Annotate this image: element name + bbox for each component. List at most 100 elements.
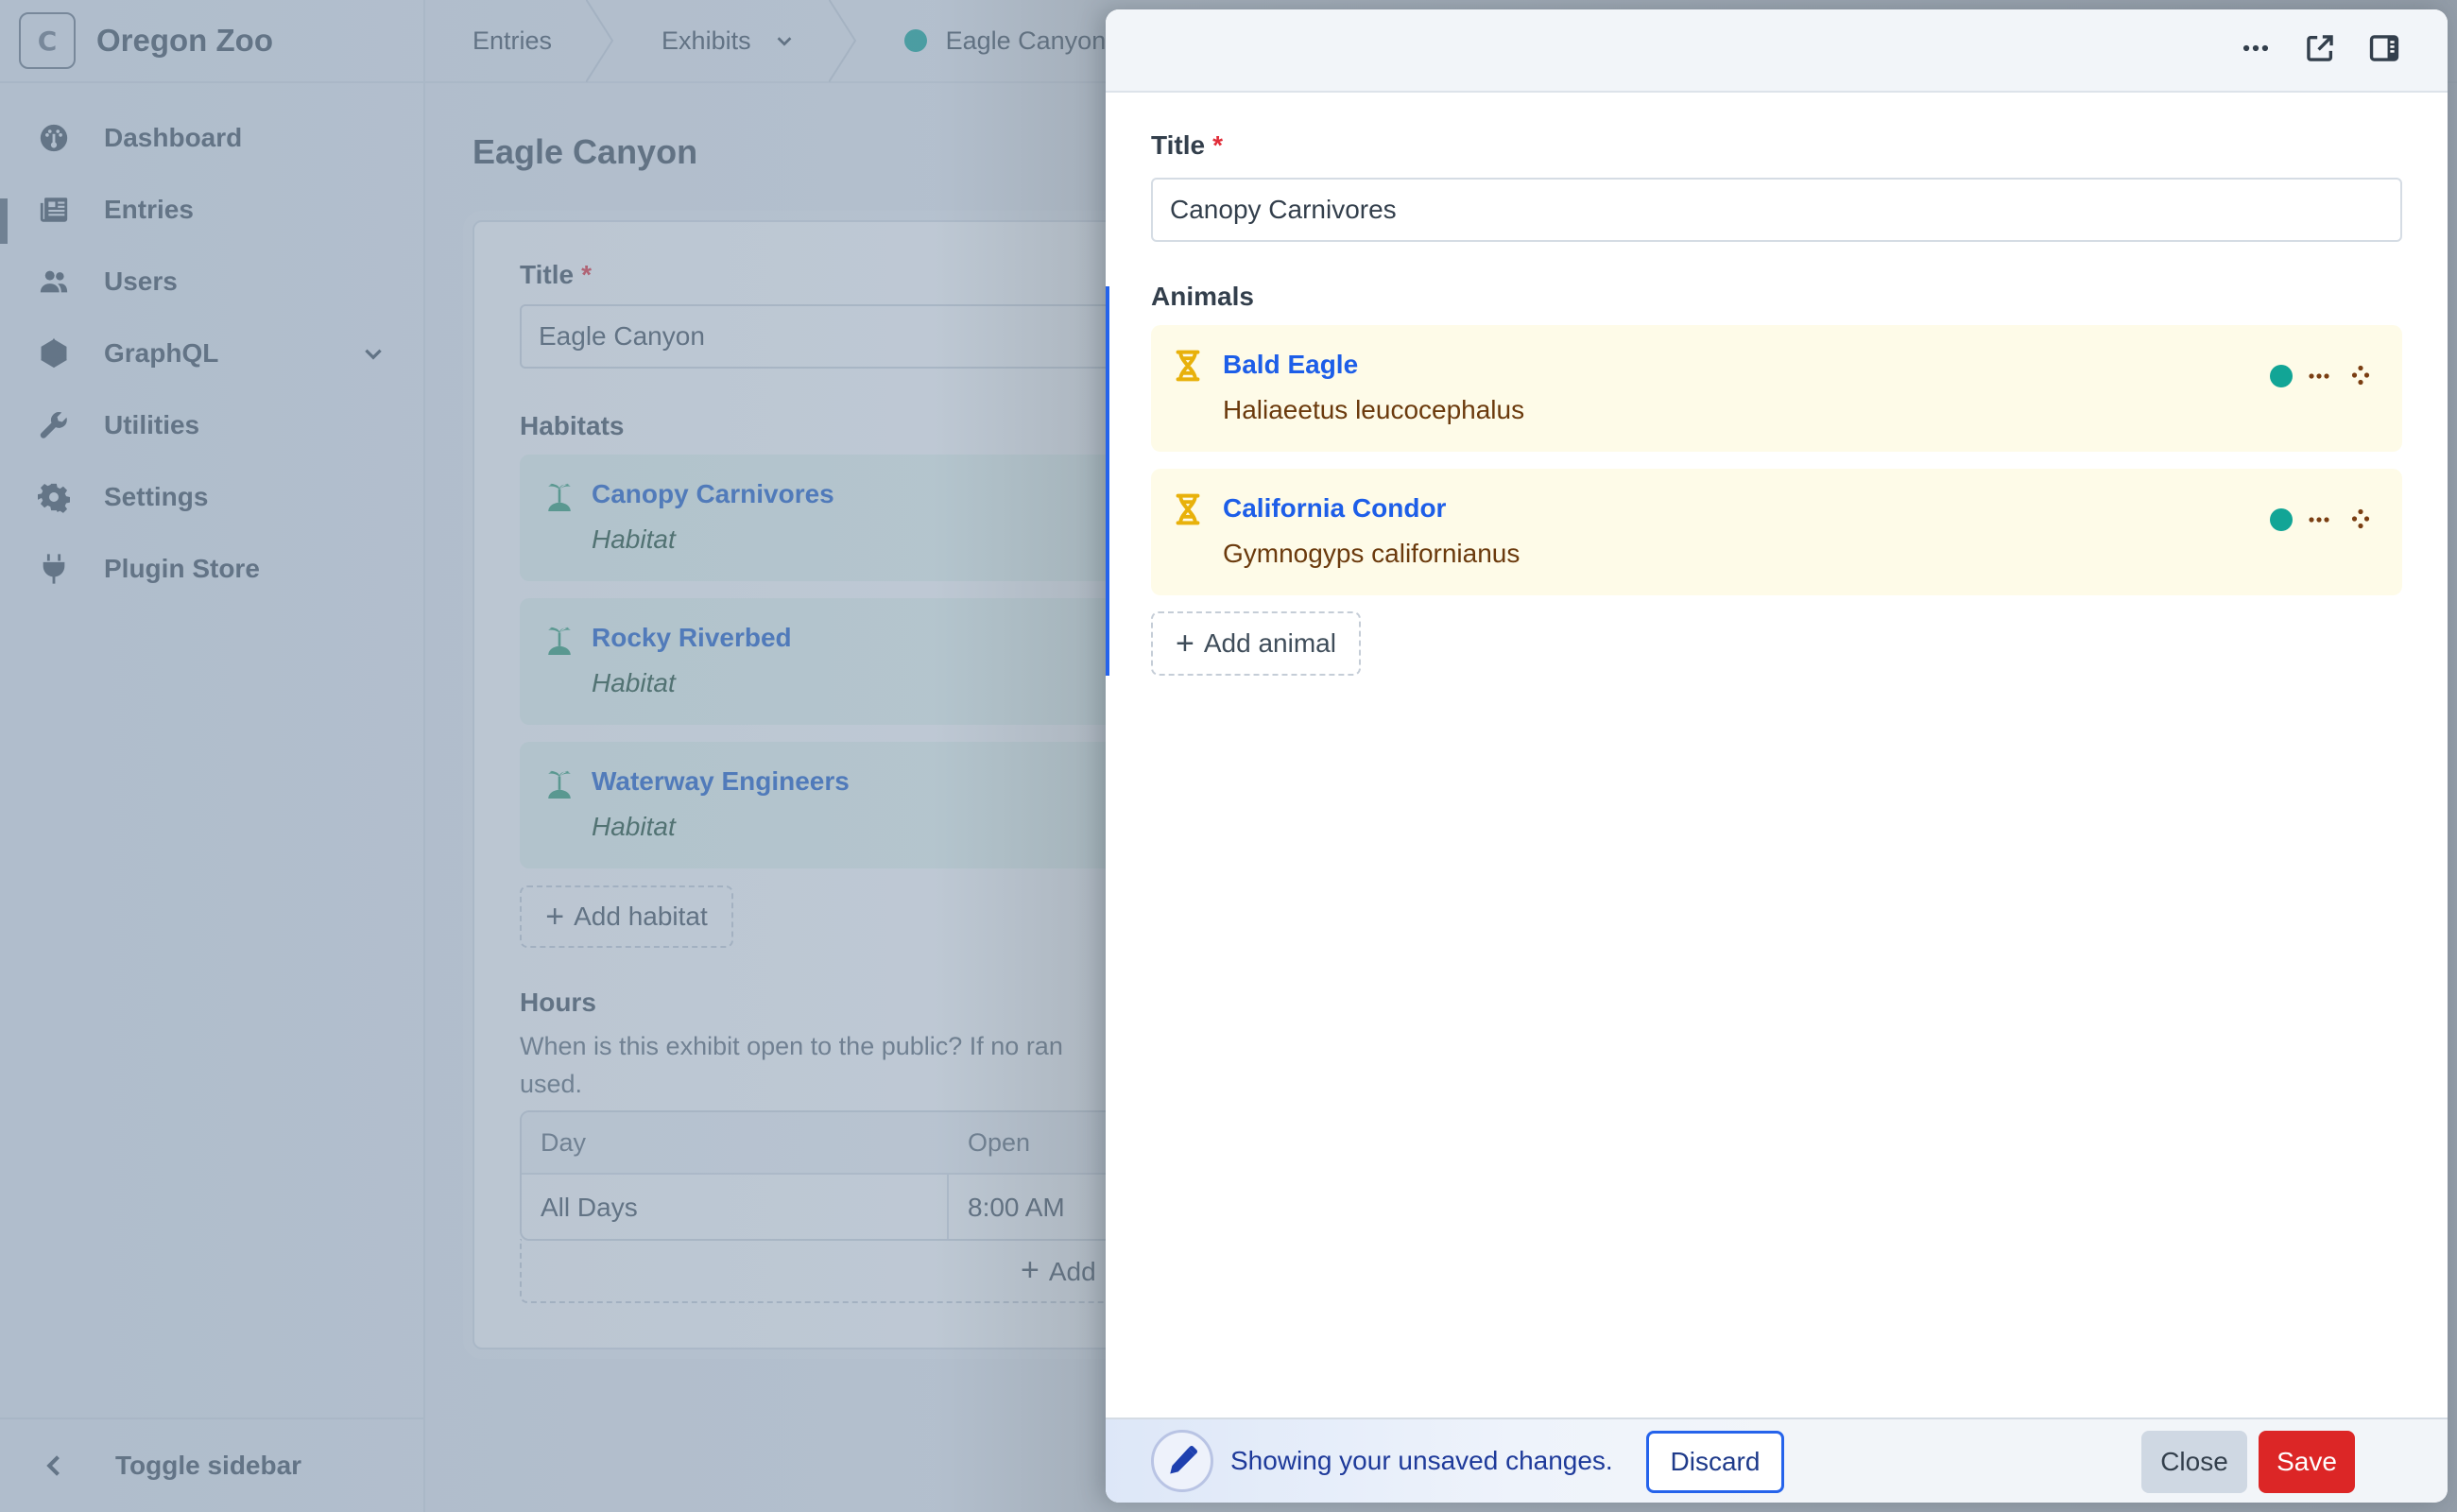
gauge-icon	[38, 122, 70, 154]
breadcrumb-entries[interactable]: Entries	[425, 0, 586, 82]
chevron-down-icon[interactable]	[361, 341, 386, 366]
title-field-label: Title *	[1151, 130, 1223, 160]
sidebar: C Oregon Zoo Dashboard Entries Users Gra…	[0, 0, 425, 1512]
sidebar-item-dashboard[interactable]: Dashboard	[0, 102, 423, 174]
habitat-type: Habitat	[592, 524, 676, 554]
breadcrumb-exhibits[interactable]: Exhibits	[614, 0, 829, 82]
plus-icon: +	[1176, 626, 1194, 662]
save-button[interactable]: Save	[2259, 1431, 2355, 1493]
sidebar-item-settings[interactable]: Settings	[0, 461, 423, 533]
toggle-sidebar-button[interactable]: Toggle sidebar	[0, 1418, 423, 1512]
panel-header	[1106, 9, 2448, 93]
dna-icon	[1174, 350, 1202, 382]
required-icon: *	[1212, 130, 1223, 160]
add-row-label: Add	[1048, 1256, 1096, 1286]
toggle-details-sidebar-button[interactable]	[2368, 32, 2400, 64]
day-cell[interactable]: All Days	[522, 1175, 949, 1239]
habitats-label: Habitats	[520, 411, 625, 440]
breadcrumb-label: Exhibits	[662, 26, 751, 55]
status-dot	[2270, 365, 2293, 387]
habitat-title-link[interactable]: Waterway Engineers	[592, 766, 850, 797]
users-icon	[38, 266, 70, 298]
title-field-label: Title *	[520, 260, 592, 289]
status-dot	[903, 29, 927, 52]
sidebar-nav: Dashboard Entries Users GraphQL Utilitie…	[0, 83, 423, 605]
open-cell[interactable]: 8:00 AM	[949, 1193, 1065, 1223]
title-input[interactable]: Canopy Carnivores	[1151, 178, 2402, 242]
gear-icon	[38, 481, 70, 513]
sidebar-item-label: Entries	[104, 195, 194, 224]
animal-actions-button[interactable]	[2308, 510, 2330, 529]
sidebar-item-label: Users	[104, 266, 178, 296]
animals-label: Animals	[1151, 282, 1254, 311]
animal-scientific-name: Haliaeetus leucocephalus	[1223, 395, 1525, 424]
sidebar-item-utilities[interactable]: Utilities	[0, 389, 423, 461]
animal-card[interactable]: Bald Eagle Haliaeetus leucocephalus	[1151, 325, 2402, 452]
sidebar-panel-icon	[2369, 35, 2399, 61]
sidebar-item-graphql[interactable]: GraphQL	[0, 318, 423, 389]
sidebar-item-plugin-store[interactable]: Plugin Store	[0, 533, 423, 605]
graphql-icon	[38, 337, 70, 369]
sidebar-item-label: Utilities	[104, 410, 200, 439]
external-link-icon	[2307, 35, 2333, 61]
add-animal-label: Add animal	[1203, 628, 1336, 658]
site-name[interactable]: Oregon Zoo	[96, 23, 273, 59]
habitat-type: Habitat	[592, 812, 676, 841]
chevron-down-icon	[777, 37, 791, 46]
required-icon: *	[581, 260, 592, 289]
sidebar-item-label: Settings	[104, 482, 209, 511]
discard-button[interactable]: Discard	[1646, 1431, 1784, 1493]
sidebar-item-label: Dashboard	[104, 123, 243, 152]
habitat-type: Habitat	[592, 668, 676, 697]
ellipsis-icon	[2242, 44, 2269, 52]
plus-icon: +	[1021, 1251, 1040, 1288]
open-in-new-tab-button[interactable]	[2304, 32, 2336, 64]
animal-card[interactable]: California Condor Gymnogyps californianu…	[1151, 469, 2402, 595]
sidebar-item-entries[interactable]: Entries	[0, 174, 423, 246]
pencil-icon	[1151, 1430, 1213, 1492]
ellipsis-icon	[2309, 373, 2329, 379]
plug-icon	[38, 553, 70, 585]
breadcrumb-separator	[827, 0, 857, 83]
move-icon	[2351, 508, 2370, 529]
habitat-title-link[interactable]: Rocky Riverbed	[592, 623, 792, 653]
breadcrumb-label: Eagle Canyon	[945, 26, 1107, 55]
palm-tree-icon	[544, 479, 575, 511]
column-header-open: Open	[968, 1127, 1031, 1157]
ellipsis-icon	[2309, 517, 2329, 523]
site-logo[interactable]: C	[19, 12, 76, 69]
palm-tree-icon	[544, 766, 575, 799]
move-icon	[2351, 365, 2370, 386]
add-habitat-button[interactable]: + Add habitat	[520, 885, 733, 948]
sidebar-item-users[interactable]: Users	[0, 246, 423, 318]
close-button[interactable]: Close	[2141, 1431, 2247, 1493]
breadcrumb-separator	[585, 0, 614, 83]
hours-label: Hours	[520, 988, 596, 1017]
newspaper-icon	[38, 194, 70, 226]
status-dot	[2270, 508, 2293, 531]
add-habitat-label: Add habitat	[574, 902, 708, 931]
column-header-day: Day	[541, 1127, 587, 1157]
breadcrumb-label: Entries	[472, 26, 553, 55]
animal-title-link[interactable]: California Condor	[1223, 493, 1446, 524]
animal-scientific-name: Gymnogyps californianus	[1223, 539, 1521, 568]
panel-footer: Showing your unsaved changes. Discard Cl…	[1106, 1418, 2448, 1503]
animal-actions-button[interactable]	[2308, 367, 2330, 386]
sidebar-header: C Oregon Zoo	[0, 0, 423, 83]
unsaved-changes-text: Showing your unsaved changes.	[1230, 1446, 1613, 1475]
dna-icon	[1174, 493, 1202, 525]
panel-body: Title * Canopy Carnivores Animals Bald Ea…	[1106, 93, 2448, 1418]
chevron-left-icon	[46, 1455, 60, 1476]
more-actions-button[interactable]	[2240, 32, 2272, 64]
sidebar-item-label: GraphQL	[104, 338, 219, 368]
wrench-icon	[38, 409, 70, 441]
animal-title-link[interactable]: Bald Eagle	[1223, 350, 1358, 380]
plus-icon: +	[545, 899, 565, 935]
drag-handle[interactable]	[2351, 508, 2370, 529]
drag-handle[interactable]	[2351, 365, 2370, 386]
field-focus-indicator	[1106, 286, 1109, 676]
add-animal-button[interactable]: + Add animal	[1151, 611, 1361, 676]
slideout-panel: Title * Canopy Carnivores Animals Bald Ea…	[1106, 9, 2448, 1503]
habitat-title-link[interactable]: Canopy Carnivores	[592, 479, 834, 509]
sidebar-item-label: Plugin Store	[104, 554, 260, 583]
